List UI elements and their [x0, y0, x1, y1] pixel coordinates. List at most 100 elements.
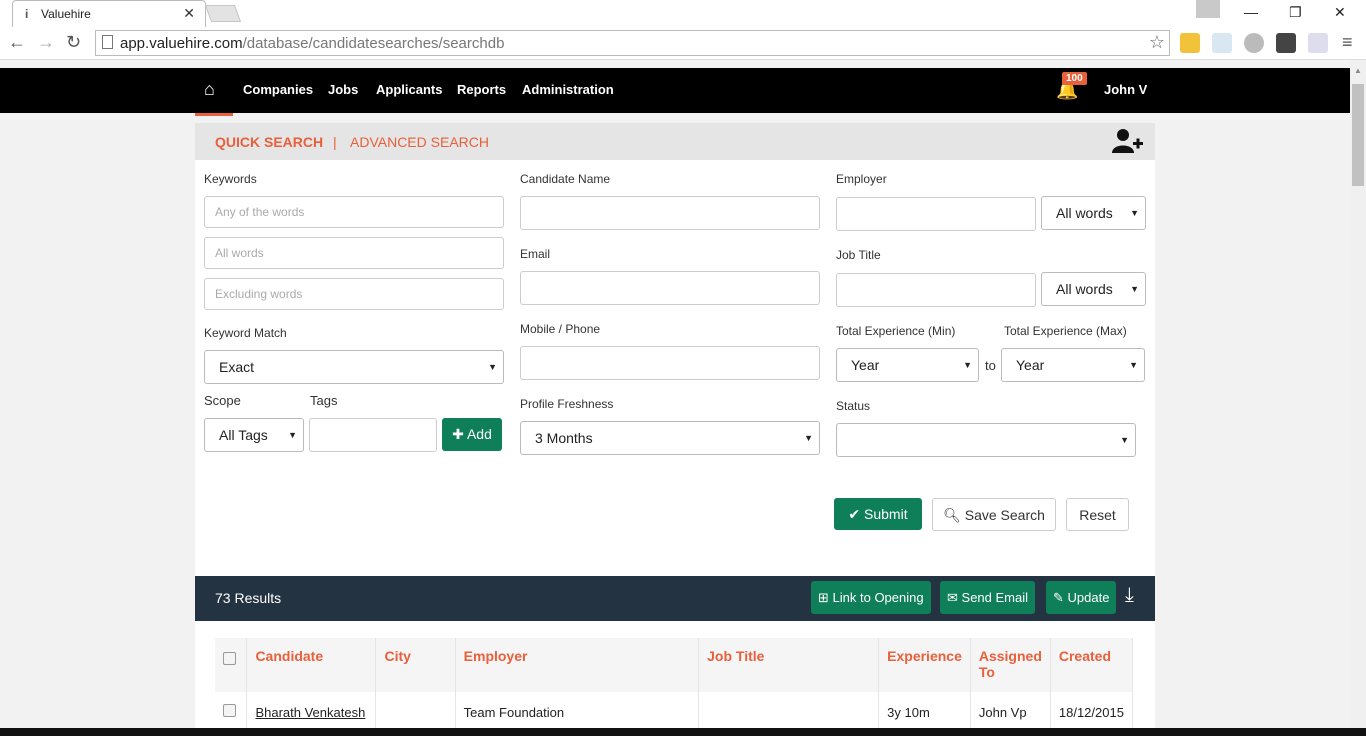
column-header-job-title[interactable]: Job Title	[698, 638, 880, 692]
add-tag-label: Add	[466, 426, 492, 442]
url-host: app.valuehire.com	[120, 35, 243, 52]
keyword-match-value: Exact	[219, 359, 255, 375]
employer-match-select[interactable]: All words ▼	[1041, 196, 1146, 230]
select-all-checkbox[interactable]	[223, 652, 236, 665]
chevron-down-icon: ▼	[1129, 360, 1138, 370]
mobile-input[interactable]	[520, 346, 820, 380]
keywords-label: Keywords	[204, 172, 257, 186]
chevron-down-icon: ▼	[804, 433, 813, 443]
chevron-down-icon: ▼	[288, 430, 297, 440]
url-field[interactable]: app.valuehire.com/database/candidatesear…	[95, 30, 1170, 56]
scope-select[interactable]: All Tags ▼	[204, 418, 304, 452]
tags-input[interactable]	[309, 418, 437, 452]
tab-advanced-search[interactable]: ADVANCED SEARCH	[350, 134, 489, 150]
user-menu[interactable]: John V	[1104, 82, 1147, 97]
row-checkbox[interactable]	[223, 704, 236, 717]
search-panel: QUICK SEARCH | ADVANCED SEARCH Keywords …	[195, 123, 1155, 576]
row-select-cell	[215, 692, 248, 728]
add-tag-button[interactable]: ✚ Add	[442, 418, 502, 451]
column-header-city[interactable]: City	[375, 638, 456, 692]
minimize-icon[interactable]: —	[1244, 4, 1258, 20]
candidate-cell: Bharath Venkatesh	[246, 692, 377, 728]
profile-icon[interactable]	[1196, 0, 1220, 18]
update-label: Update	[1067, 590, 1110, 605]
column-header-created[interactable]: Created	[1050, 638, 1134, 692]
nav-reports[interactable]: Reports	[457, 82, 506, 97]
restore-icon[interactable]: ❐	[1289, 4, 1302, 21]
freshness-select[interactable]: 3 Months ▼	[520, 421, 820, 455]
update-button[interactable]: ✎ Update	[1046, 581, 1117, 614]
pencil-icon: ✎	[1053, 590, 1064, 605]
tab-title: Valuehire	[41, 7, 91, 21]
scroll-up-icon[interactable]: ▲	[1354, 66, 1362, 75]
candidate-name-input[interactable]	[520, 196, 820, 230]
table-header-row: Candidate City Employer Job Title Experi…	[215, 638, 1134, 692]
nav-jobs[interactable]: Jobs	[328, 82, 358, 97]
experience-cell: 3y 10m	[878, 692, 971, 728]
reset-button[interactable]: Reset	[1066, 498, 1129, 531]
extension-icon[interactable]	[1180, 33, 1200, 53]
address-bar: ← → ↻ app.valuehire.com/database/candida…	[0, 27, 1366, 60]
employer-cell: Team Foundation	[455, 692, 700, 728]
status-label: Status	[836, 399, 871, 413]
nav-companies[interactable]: Companies	[243, 82, 313, 97]
download-icon[interactable]: ⤓	[1125, 584, 1134, 607]
back-icon[interactable]: ←	[8, 32, 26, 53]
employer-match-value: All words	[1056, 205, 1113, 221]
chevron-down-icon: ▼	[963, 360, 972, 370]
check-icon: ✔	[848, 506, 861, 522]
email-input[interactable]	[520, 271, 820, 305]
close-tab-icon[interactable]: ✕	[183, 5, 195, 22]
status-select[interactable]: ▼	[836, 423, 1136, 457]
job-title-label: Job Title	[836, 248, 881, 262]
chevron-down-icon: ▼	[1130, 284, 1139, 294]
active-indicator	[195, 113, 233, 116]
keyword-match-select[interactable]: Exact ▼	[204, 350, 504, 384]
page-scrollbar[interactable]: ▲	[1350, 60, 1366, 728]
submit-button[interactable]: ✔ Submit	[834, 498, 922, 530]
extension-icon[interactable]	[1276, 33, 1296, 53]
keywords-any-input[interactable]: Any of the words	[204, 196, 504, 228]
new-tab-button[interactable]	[204, 5, 242, 22]
freshness-label: Profile Freshness	[520, 397, 614, 411]
bookmark-star-icon[interactable]: ☆	[1149, 32, 1165, 53]
extension-icon[interactable]	[1212, 33, 1232, 53]
save-search-label: Save Search	[964, 507, 1045, 523]
save-search-button[interactable]: 🔍︎ Save Search	[932, 498, 1056, 531]
job-title-match-select[interactable]: All words ▼	[1041, 272, 1146, 306]
employer-input[interactable]	[836, 197, 1036, 231]
tab-separator: |	[333, 134, 337, 150]
home-icon[interactable]: ⌂	[204, 79, 215, 100]
add-user-icon-svg	[1112, 129, 1143, 153]
browser-tab[interactable]: i Valuehire ✕	[12, 0, 206, 27]
extension-icon[interactable]	[1308, 33, 1328, 53]
exp-min-select[interactable]: Year ▼	[836, 348, 979, 382]
nav-administration[interactable]: Administration	[522, 82, 614, 97]
select-all-cell	[215, 638, 248, 692]
link-to-opening-button[interactable]: ⊞ Link to Opening	[811, 581, 931, 614]
assigned-to-cell: John Vp	[970, 692, 1051, 728]
forward-icon[interactable]: →	[37, 32, 55, 53]
column-header-assigned-to[interactable]: Assigned To	[970, 638, 1051, 692]
column-header-employer[interactable]: Employer	[455, 638, 700, 692]
menu-icon[interactable]: ≡	[1342, 32, 1353, 53]
exp-max-select[interactable]: Year ▼	[1001, 348, 1145, 382]
keywords-all-input[interactable]: All words	[204, 237, 504, 269]
column-header-experience[interactable]: Experience	[878, 638, 971, 692]
notification-badge: 100	[1062, 72, 1087, 85]
add-user-icon[interactable]	[1112, 128, 1144, 161]
close-window-icon[interactable]: ✕	[1334, 4, 1346, 21]
exp-to-label: to	[985, 358, 996, 373]
column-header-candidate[interactable]: Candidate	[246, 638, 377, 692]
scrollbar-thumb[interactable]	[1352, 84, 1364, 186]
keywords-excluding-input[interactable]: Excluding words	[204, 278, 504, 310]
candidate-link[interactable]: Bharath Venkatesh	[255, 705, 365, 720]
nav-applicants[interactable]: Applicants	[376, 82, 442, 97]
extension-icon[interactable]	[1244, 33, 1264, 53]
send-email-button[interactable]: ✉ Send Email	[940, 581, 1036, 614]
exp-min-value: Year	[851, 357, 880, 373]
reload-icon[interactable]: ↻	[66, 32, 81, 53]
exp-max-label: Total Experience (Max)	[1004, 324, 1127, 338]
tab-quick-search[interactable]: QUICK SEARCH	[215, 134, 323, 150]
job-title-input[interactable]	[836, 273, 1036, 307]
